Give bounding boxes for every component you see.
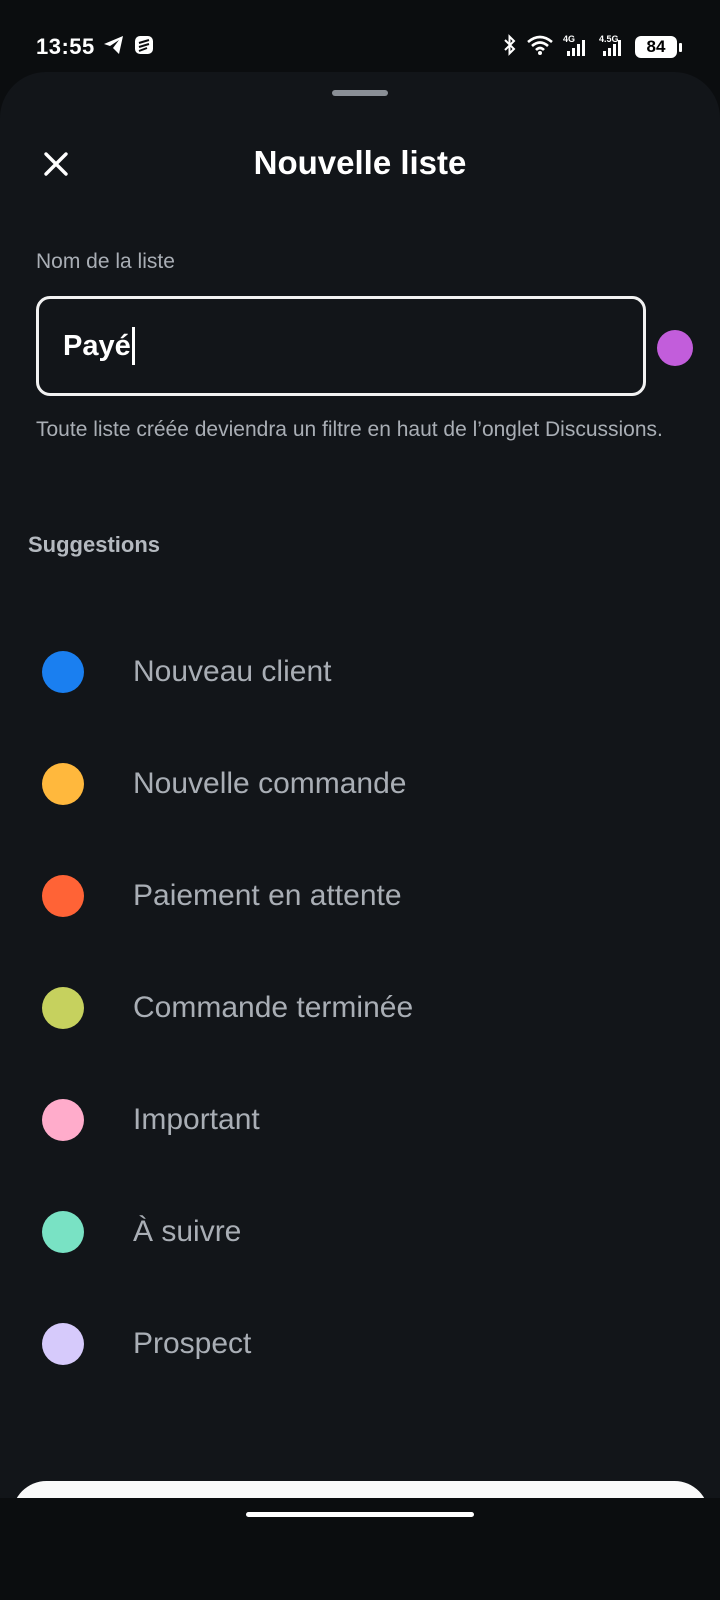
bluetooth-icon — [503, 33, 517, 61]
home-indicator[interactable] — [246, 1512, 474, 1517]
suggestions-list: Nouveau client Nouvelle commande Paiemen… — [0, 616, 720, 1400]
status-right: 4G 4.5G 84 — [503, 32, 682, 62]
suggestion-label: Paiement en attente — [133, 879, 402, 912]
suggestion-label: Prospect — [133, 1327, 252, 1360]
cell-signal-icon-1: 4G — [563, 34, 589, 58]
list-item[interactable]: À suivre — [0, 1176, 720, 1288]
list-item[interactable]: Nouveau client — [0, 616, 720, 728]
screen: 13:55 4G 4.5G 84 Nouvelle liste Nom de l… — [0, 0, 720, 1600]
list-name-input[interactable]: Payé — [36, 296, 646, 396]
drag-handle[interactable] — [332, 90, 388, 96]
color-dot-icon — [42, 987, 84, 1029]
suggestion-label: Nouvelle commande — [133, 767, 407, 800]
color-dot-icon — [42, 1099, 84, 1141]
app-notification-icon — [133, 34, 155, 61]
color-dot-icon — [42, 763, 84, 805]
suggestions-title: Suggestions — [28, 532, 161, 557]
list-item[interactable]: Important — [0, 1064, 720, 1176]
battery-tip — [679, 42, 682, 52]
suggestion-label: Commande terminée — [133, 991, 414, 1024]
list-item[interactable]: Commande terminée — [0, 952, 720, 1064]
color-dot-icon — [42, 1323, 84, 1365]
page-title: Nouvelle liste — [253, 144, 467, 181]
list-item[interactable]: Nouvelle commande — [0, 728, 720, 840]
status-bar: 13:55 4G 4.5G 84 — [0, 0, 720, 70]
cell-signal-icon-2: 4.5G — [599, 34, 625, 58]
new-list-sheet: Nouvelle liste Nom de la liste Payé Tout… — [0, 72, 720, 1600]
color-picker-button[interactable] — [657, 330, 693, 366]
color-dot-icon — [42, 1211, 84, 1253]
suggestion-label: À suivre — [133, 1215, 242, 1248]
list-name-label: Nom de la liste — [36, 250, 175, 273]
network-type-1: 4G — [563, 34, 576, 44]
suggestion-label: Important — [133, 1103, 260, 1136]
color-dot-icon — [42, 875, 84, 917]
battery-icon: 84 — [635, 36, 677, 58]
status-left: 13:55 — [36, 32, 155, 62]
list-name-input-value: Payé — [63, 329, 131, 362]
clock: 13:55 — [36, 34, 95, 59]
wifi-icon — [527, 35, 553, 60]
helper-text: Toute liste créée deviendra un filtre en… — [36, 418, 663, 441]
text-caret — [131, 327, 135, 365]
list-item[interactable]: Paiement en attente — [0, 840, 720, 952]
network-type-2: 4.5G — [599, 34, 619, 44]
color-dot-icon — [42, 651, 84, 693]
suggestion-label: Nouveau client — [133, 655, 332, 688]
battery-level: 84 — [646, 37, 666, 56]
telegram-icon — [103, 35, 125, 60]
list-item[interactable]: Prospect — [0, 1288, 720, 1400]
